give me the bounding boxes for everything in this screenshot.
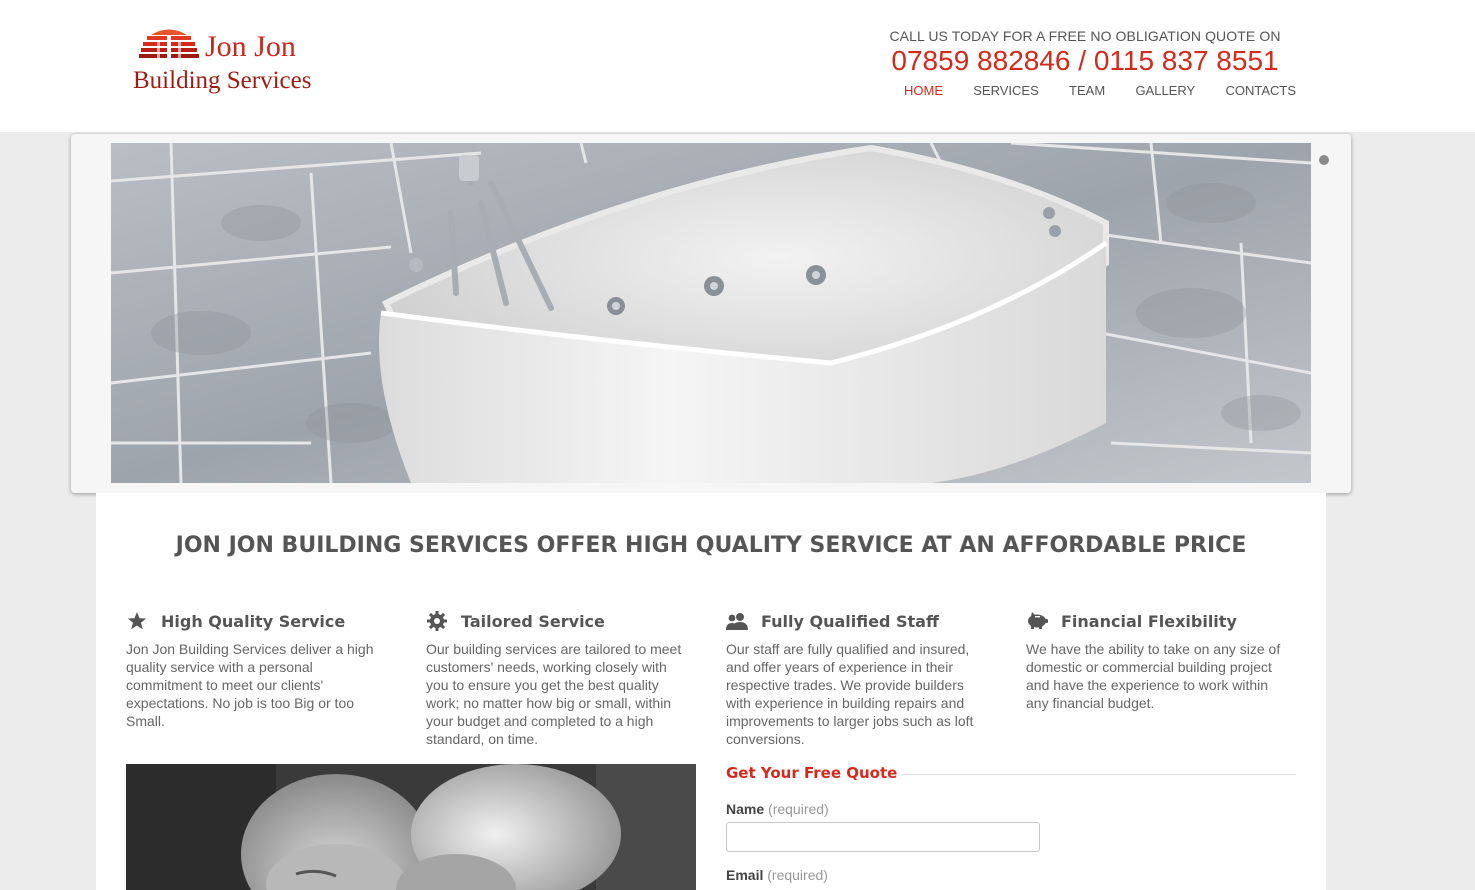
gear-icon	[426, 610, 448, 632]
feature-financial: Financial Flexibility We have the abilit…	[1026, 610, 1286, 712]
phone-numbers[interactable]: 07859 882846 / 0115 837 8551	[850, 45, 1320, 77]
feature-title: Tailored Service	[461, 611, 605, 631]
feature-text: Our staff are fully qualified and insure…	[726, 641, 974, 747]
feature-text: Jon Jon Building Services deliver a high…	[126, 641, 374, 729]
divider	[902, 774, 1296, 775]
nav-item-team[interactable]: TEAM	[1055, 83, 1119, 98]
nav-item-services[interactable]: SERVICES	[959, 83, 1053, 98]
hero-slider[interactable]	[71, 134, 1351, 493]
main-nav: HOME SERVICES TEAM GALLERY CONTACTS	[890, 83, 1310, 98]
piggy-bank-icon	[1026, 610, 1048, 632]
name-input[interactable]	[726, 822, 1040, 852]
name-field-label: Name (required)	[726, 801, 829, 817]
quote-form-title: Get Your Free Quote	[726, 764, 898, 782]
bathtub-image	[111, 143, 1311, 483]
email-field-label: Email (required)	[726, 867, 828, 883]
feature-title: Financial Flexibility	[1061, 611, 1237, 631]
logo-title: Jon Jon	[205, 30, 296, 63]
roof-logo-icon	[139, 29, 199, 58]
feature-text: Our building services are tailored to me…	[426, 641, 682, 747]
users-icon	[726, 610, 748, 632]
photo-illustration	[126, 764, 696, 890]
slide-illustration	[111, 143, 1311, 483]
elderly-couple-photo	[126, 764, 696, 890]
feature-qualified-staff: Fully Qualified Staff Our staff are full…	[726, 610, 986, 748]
feature-high-quality: High Quality Service Jon Jon Building Se…	[126, 610, 386, 730]
main-content: JON JON BUILDING SERVICES OFFER HIGH QUA…	[96, 493, 1326, 890]
nav-item-gallery[interactable]: GALLERY	[1121, 83, 1209, 98]
feature-title: Fully Qualified Staff	[761, 611, 939, 631]
nav-item-home[interactable]: HOME	[890, 83, 957, 98]
feature-text: We have the ability to take on any size …	[1026, 641, 1281, 711]
logo-subtitle: Building Services	[133, 67, 312, 94]
feature-tailored: Tailored Service Our building services a…	[426, 610, 686, 748]
page-headline: JON JON BUILDING SERVICES OFFER HIGH QUA…	[175, 533, 1247, 558]
star-icon	[126, 610, 148, 632]
site-header: Jon Jon Building Services CALL US TODAY …	[0, 0, 1475, 132]
logo[interactable]: Jon Jon Building Services	[133, 24, 333, 100]
feature-title: High Quality Service	[161, 611, 346, 631]
slider-dot[interactable]	[1319, 155, 1329, 165]
call-to-action-text: CALL US TODAY FOR A FREE NO OBLIGATION Q…	[889, 28, 1281, 44]
nav-item-contacts[interactable]: CONTACTS	[1211, 83, 1310, 98]
